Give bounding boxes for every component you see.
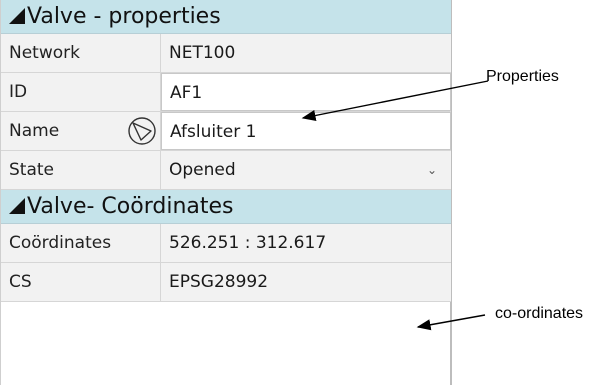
properties-arrow [301, 80, 489, 122]
annotation-arrows [301, 80, 489, 331]
coordinates-arrow [416, 314, 486, 331]
annotation-coordinates: co-ordinates [495, 305, 584, 322]
annotation-properties: Properties [486, 68, 559, 85]
